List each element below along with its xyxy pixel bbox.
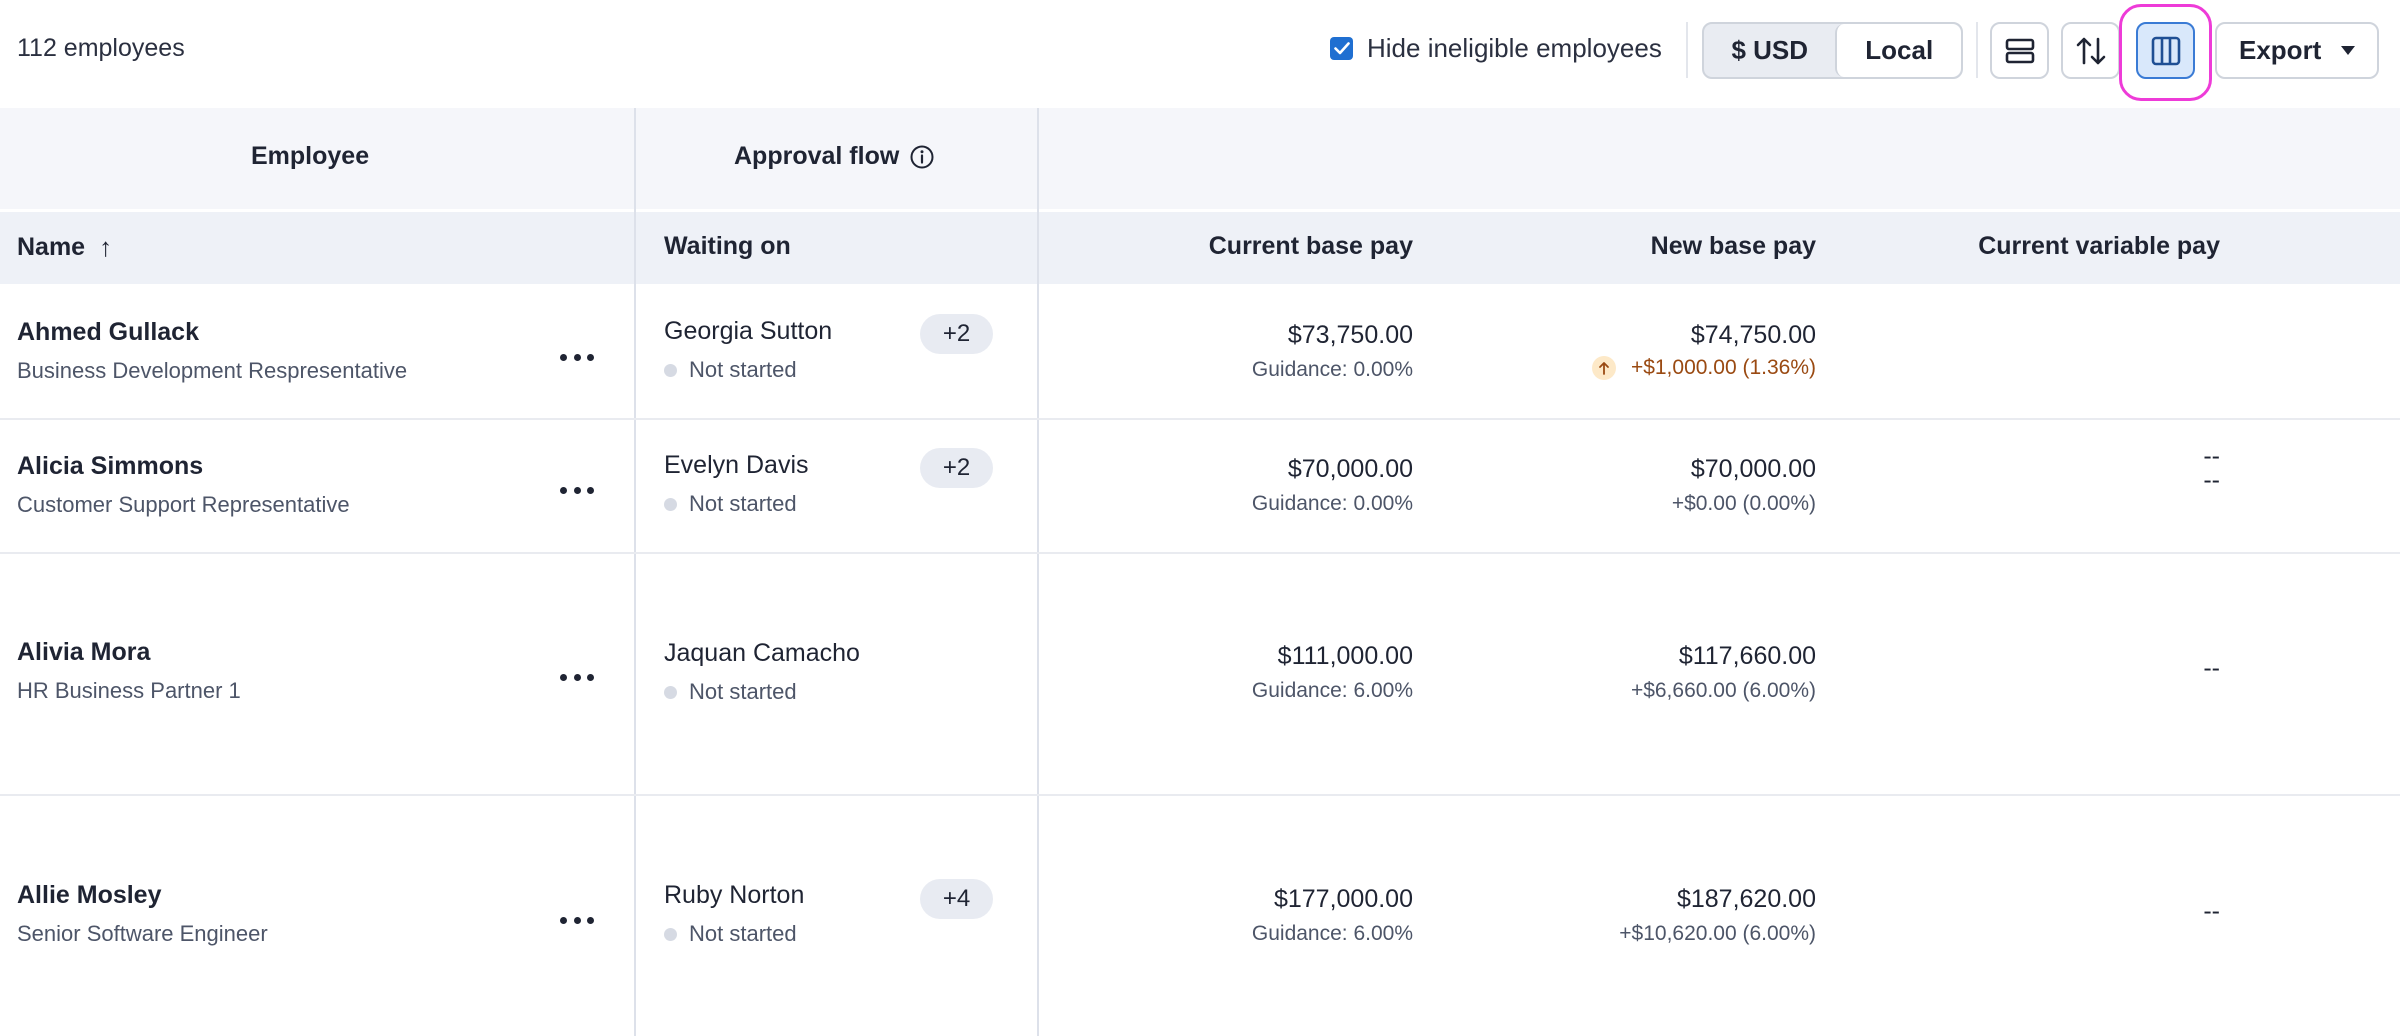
current-base-pay-guidance: Guidance: 0.00% xyxy=(1251,492,1413,515)
status-dot xyxy=(664,927,677,941)
approval-status: Not started xyxy=(664,679,797,705)
column-new-base-pay[interactable]: New base pay xyxy=(1516,232,1816,261)
toolbar-divider xyxy=(1686,22,1688,78)
new-base-pay-change-label: +$1,000.00 (1.36%) xyxy=(1630,356,1816,379)
columns-icon xyxy=(2151,36,2180,65)
employee-count: 112 employees xyxy=(17,34,185,62)
row-actions-menu[interactable] xyxy=(560,672,594,682)
rows-icon xyxy=(2005,38,2034,63)
toolbar-divider xyxy=(1976,22,1978,78)
columns-button[interactable] xyxy=(2136,22,2195,79)
row-actions-menu[interactable] xyxy=(560,352,594,362)
employee-role: HR Business Partner 1 xyxy=(17,678,241,703)
new-base-pay-value: $187,620.00 xyxy=(1676,885,1816,913)
info-icon[interactable] xyxy=(909,144,935,170)
row-divider xyxy=(0,552,2400,554)
new-base-pay-value: $117,660.00 xyxy=(1678,642,1816,670)
employee-role: Customer Support Representative xyxy=(17,492,350,517)
new-base-pay-change: +$6,660.00 (6.00%) xyxy=(1630,679,1816,702)
new-base-pay-change: +$1,000.00 (1.36%) xyxy=(1516,356,1816,380)
sort-button[interactable] xyxy=(2061,22,2120,79)
increase-arrow-icon xyxy=(1591,356,1616,380)
column-divider xyxy=(634,108,636,1036)
group-employee: Employee xyxy=(251,142,370,170)
approval-status-label: Not started xyxy=(689,491,797,516)
current-variable-pay-value: -- xyxy=(2203,897,2220,925)
column-waiting-on[interactable]: Waiting on xyxy=(664,232,791,261)
employee-name[interactable]: Ahmed Gullack xyxy=(17,318,199,347)
approval-status: Not started xyxy=(664,491,797,517)
waiting-on-approver: Evelyn Davis xyxy=(664,451,809,479)
currency-local-button[interactable]: Local xyxy=(1835,24,1961,77)
currency-usd-button[interactable]: $ USD xyxy=(1704,24,1835,77)
column-current-variable-pay[interactable]: Current variable pay xyxy=(1870,232,2220,261)
current-base-pay-value: $177,000.00 xyxy=(1273,885,1413,913)
group-approval-flow-label: Approval flow xyxy=(734,142,900,170)
column-current-base-pay[interactable]: Current base pay xyxy=(1113,232,1413,261)
status-dot xyxy=(664,685,677,699)
approval-status: Not started xyxy=(664,357,797,383)
sort-ascending-icon: ↑ xyxy=(99,232,113,262)
new-base-pay-change: +$0.00 (0.00%) xyxy=(1671,492,1816,515)
sort-arrows-icon xyxy=(2076,37,2105,64)
more-approvers-pill[interactable]: +2 xyxy=(920,448,993,488)
waiting-on-approver: Ruby Norton xyxy=(664,881,805,909)
row-actions-menu[interactable] xyxy=(560,485,594,495)
current-variable-pay-value: -- xyxy=(2203,654,2220,682)
new-base-pay-change: +$10,620.00 (6.00%) xyxy=(1619,922,1816,945)
approval-status-label: Not started xyxy=(689,357,797,382)
hide-ineligible-checkbox[interactable] xyxy=(1330,37,1353,60)
current-base-pay-value: $111,000.00 xyxy=(1277,642,1413,670)
row-density-button[interactable] xyxy=(1990,22,2049,79)
current-base-pay-guidance: Guidance: 0.00% xyxy=(1251,358,1413,381)
export-label: Export xyxy=(2239,35,2322,65)
hide-ineligible-label: Hide ineligible employees xyxy=(1367,33,1662,63)
current-base-pay-value: $73,750.00 xyxy=(1287,321,1413,349)
waiting-on-approver: Jaquan Camacho xyxy=(664,639,860,667)
column-name[interactable]: Name ↑ xyxy=(17,232,112,263)
new-base-pay-value: $74,750.00 xyxy=(1690,321,1816,349)
approval-status-label: Not started xyxy=(689,921,797,946)
employee-name[interactable]: Alicia Simmons xyxy=(17,452,203,481)
status-dot xyxy=(664,363,677,377)
waiting-on-approver: Georgia Sutton xyxy=(664,317,833,345)
employee-role: Business Development Respresentative xyxy=(17,358,408,383)
current-base-pay-value: $70,000.00 xyxy=(1287,455,1413,483)
toolbar: 112 employees Hide ineligible employees … xyxy=(0,0,2400,101)
new-base-pay-value: $70,000.00 xyxy=(1690,455,1816,483)
approval-status-label: Not started xyxy=(689,679,797,704)
row-divider xyxy=(0,418,2400,420)
export-button[interactable]: Export xyxy=(2215,22,2379,79)
employee-role: Senior Software Engineer xyxy=(17,921,268,946)
employee-name[interactable]: Alivia Mora xyxy=(17,638,150,667)
row-actions-menu[interactable] xyxy=(560,915,594,925)
chevron-down-icon xyxy=(2341,46,2356,55)
hide-ineligible-toggle[interactable]: Hide ineligible employees xyxy=(1330,33,1662,64)
current-base-pay-guidance: Guidance: 6.00% xyxy=(1251,679,1413,702)
employee-name[interactable]: Allie Mosley xyxy=(17,881,162,910)
compensation-table: Employee Approval flow Name ↑ Waiting on… xyxy=(0,108,2400,1036)
more-approvers-pill[interactable]: +4 xyxy=(920,879,993,919)
row-divider xyxy=(0,794,2400,796)
column-name-label: Name xyxy=(17,233,86,261)
column-divider xyxy=(1037,108,1039,1036)
current-base-pay-guidance: Guidance: 6.00% xyxy=(1251,922,1413,945)
current-variable-pay-value: -- xyxy=(2203,466,2220,494)
group-approval-flow: Approval flow xyxy=(734,142,935,171)
approval-status: Not started xyxy=(664,921,797,947)
more-approvers-pill[interactable]: +2 xyxy=(920,314,993,354)
status-dot xyxy=(664,497,677,511)
currency-toggle: $ USD Local xyxy=(1702,22,1963,79)
